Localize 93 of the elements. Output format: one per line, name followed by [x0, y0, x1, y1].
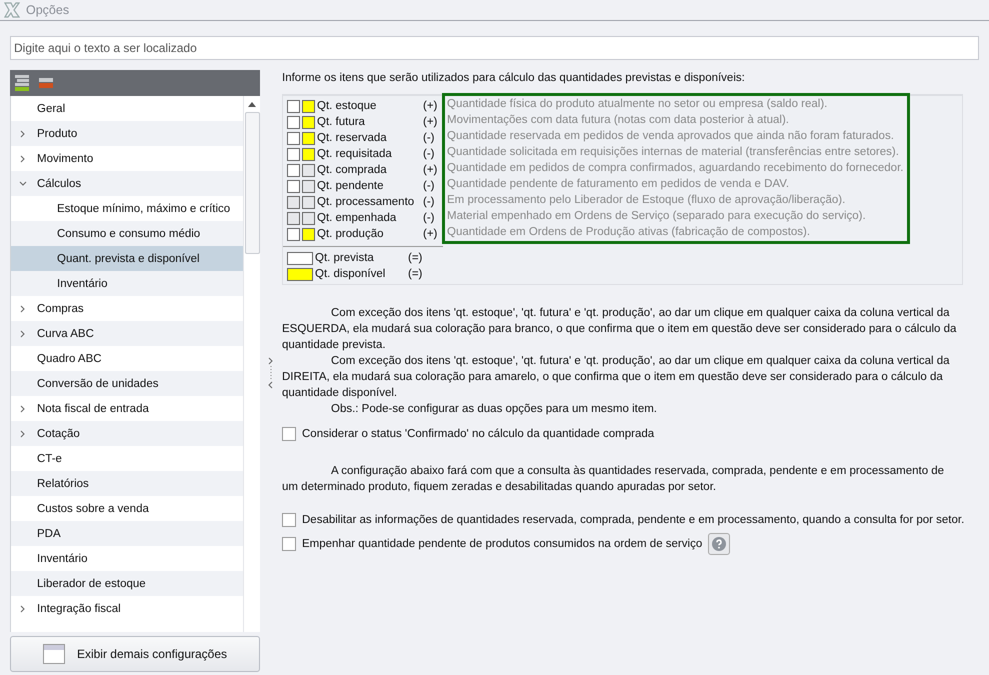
chevron-right-icon[interactable]	[19, 404, 27, 412]
tree-item[interactable]: Cálculos	[11, 171, 243, 196]
expand-all-icon[interactable]	[14, 74, 30, 92]
question-icon	[712, 537, 726, 551]
chevron-right-icon[interactable]	[19, 330, 27, 338]
forecast-toggle[interactable]	[287, 132, 300, 144]
splitter-handle-icon[interactable]	[267, 356, 275, 390]
item-sign: (-)	[423, 148, 436, 160]
chevron-right-icon[interactable]	[19, 130, 27, 138]
tree-item[interactable]: Quant. prevista e disponível	[11, 246, 243, 271]
explanation-text: Com exceção dos itens 'qt. estoque', 'qt. futura' e 'qt. produção', ao dar um clique em qualquer caixa da coluna vertical da DIREITA, ela mudará sua coloração para amarelo, o que confirma que o item em questão deve ser considerado para o cálculo da quantidade disponível.	[282, 354, 951, 401]
tree-item[interactable]: Produto	[11, 121, 243, 146]
item-sign: (-)	[423, 180, 436, 192]
search-field[interactable]: Digite aqui o texto a ser localizado	[10, 36, 979, 60]
item-description: Quantidade em Ordens de Produção ativas (fabricação de compostos).	[447, 225, 812, 240]
result-sign: (=)	[408, 268, 424, 280]
explanation-text: Com exceção dos itens 'qt. estoque', 'qt. futura' e 'qt. produção', ao dar um clique em qualquer caixa da coluna vertical da ESQUERDA, ela mudará sua coloração para branco, o que confirma que o item em questão deve ser considerado para o cálculo da quantidade prevista.	[282, 306, 958, 353]
result-name: Qt. disponível	[315, 268, 386, 280]
checkbox[interactable]	[282, 427, 296, 441]
item-description: Quantidade em pedidos de compra confirmados, aguardando recebimento do fornecedor.	[447, 161, 904, 176]
item-name: Qt. futura	[317, 116, 366, 128]
item-description: Em processamento pelo Liberador de Estoque (fluxo de aprovação/liberação).	[447, 193, 846, 208]
tree-item[interactable]: Curva ABC	[11, 321, 243, 346]
confirmed-option[interactable]: Considerar o status 'Confirmado' no cálculo da quantidade comprada	[282, 427, 989, 441]
available-toggle[interactable]	[302, 100, 315, 112]
chevron-right-icon[interactable]	[19, 430, 27, 438]
item-description: Movimentações com data futura (notas com data posterior à atual).	[447, 113, 790, 128]
item-sign: (+)	[423, 116, 438, 128]
window-icon	[42, 644, 65, 664]
collapse-all-icon[interactable]	[38, 77, 54, 89]
item-description: Quantidade física do produto atualmente no setor ou empresa (saldo real).	[447, 97, 828, 112]
item-description: Quantidade pendente de faturamento em pedidos de venda e DAV.	[447, 177, 790, 192]
help-button[interactable]	[708, 533, 730, 555]
item-sign: (-)	[423, 212, 436, 224]
scrollbar[interactable]	[243, 96, 260, 632]
explanation-text: Obs.: Pode-se configurar as duas opções para um mesmo item.	[330, 402, 658, 417]
item-name: Qt. comprada	[317, 164, 388, 176]
item-sign: (+)	[423, 100, 438, 112]
forecast-toggle[interactable]	[287, 228, 300, 240]
available-toggle[interactable]	[302, 180, 315, 192]
result-swatch	[287, 268, 313, 280]
more-settings-button[interactable]: Exibir demais configurações	[10, 636, 260, 672]
item-name: Qt. produção	[317, 228, 384, 240]
forecast-toggle[interactable]	[287, 116, 300, 128]
item-name: Qt. estoque	[317, 100, 378, 112]
available-toggle[interactable]	[302, 116, 315, 128]
tree-item[interactable]: Relatórios	[11, 471, 243, 496]
available-toggle[interactable]	[302, 228, 315, 240]
available-toggle[interactable]	[302, 164, 315, 176]
item-name: Qt. pendente	[317, 180, 384, 192]
item-description: Quantidade solicitada em requisições internas de material (transferências entre setores).	[447, 145, 900, 160]
item-sign: (-)	[423, 132, 436, 144]
forecast-toggle[interactable]	[287, 212, 300, 224]
item-sign: (-)	[423, 196, 436, 208]
forecast-toggle[interactable]	[287, 164, 300, 176]
available-toggle[interactable]	[302, 212, 315, 224]
tree-item[interactable]: Inventário	[11, 271, 243, 296]
forecast-toggle[interactable]	[287, 100, 300, 112]
note-text: A configuração abaixo fará com que a consulta às quantidades reservada, comprada, pendente e em processamento de um determinado produto, fiquem zeradas e desabilitadas quando apuradas por setor.	[282, 464, 946, 495]
scroll-thumb[interactable]	[244, 112, 260, 254]
item-name: Qt. reservada	[317, 132, 388, 144]
forecast-toggle[interactable]	[287, 196, 300, 208]
chevron-right-icon[interactable]	[19, 154, 27, 162]
item-name: Qt. empenhada	[317, 212, 398, 224]
result-name: Qt. prevista	[315, 252, 375, 264]
checkbox[interactable]	[282, 513, 296, 527]
available-toggle[interactable]	[302, 148, 315, 160]
tree-item[interactable]: Consumo e consumo médio	[11, 221, 243, 246]
item-sign: (+)	[423, 164, 438, 176]
forecast-toggle[interactable]	[287, 148, 300, 160]
window-title: Opções	[26, 3, 70, 17]
checkbox[interactable]	[282, 537, 296, 551]
item-name: Qt. processamento	[317, 196, 416, 208]
tree-item[interactable]: Cotação	[11, 421, 243, 446]
chevron-down-icon[interactable]	[19, 180, 27, 188]
chevron-right-icon[interactable]	[19, 304, 27, 312]
available-toggle[interactable]	[302, 196, 315, 208]
item-name: Qt. requisitada	[317, 148, 393, 160]
item-description: Material empenhado em Ordens de Serviço (separado para execução do serviço).	[447, 209, 867, 224]
option-label: Desabilitar as informações de quantidades reservada, comprada, pendente e em processamento, quando a consulta for por setor.	[302, 514, 964, 526]
section-heading: Informe os itens que serão utilizados para cálculo das quantidades previstas e disponíveis:	[282, 72, 746, 84]
result-swatch	[287, 252, 313, 264]
item-sign: (+)	[423, 228, 438, 240]
scroll-up-icon[interactable]	[247, 100, 257, 108]
forecast-toggle[interactable]	[287, 180, 300, 192]
chevron-right-icon[interactable]	[19, 604, 27, 612]
option-label: Empenhar quantidade pendente de produtos consumidos na ordem de serviço	[302, 538, 702, 550]
tree-item[interactable]: Conversão de unidades	[11, 371, 243, 396]
tree-item[interactable]: Liberador de estoque	[11, 571, 243, 596]
item-description: Quantidade reservada em pedidos de venda aprovados que ainda não foram faturados.	[447, 129, 895, 144]
available-toggle[interactable]	[302, 132, 315, 144]
tree-item[interactable]: PDA	[11, 521, 243, 546]
result-sign: (=)	[408, 252, 424, 264]
